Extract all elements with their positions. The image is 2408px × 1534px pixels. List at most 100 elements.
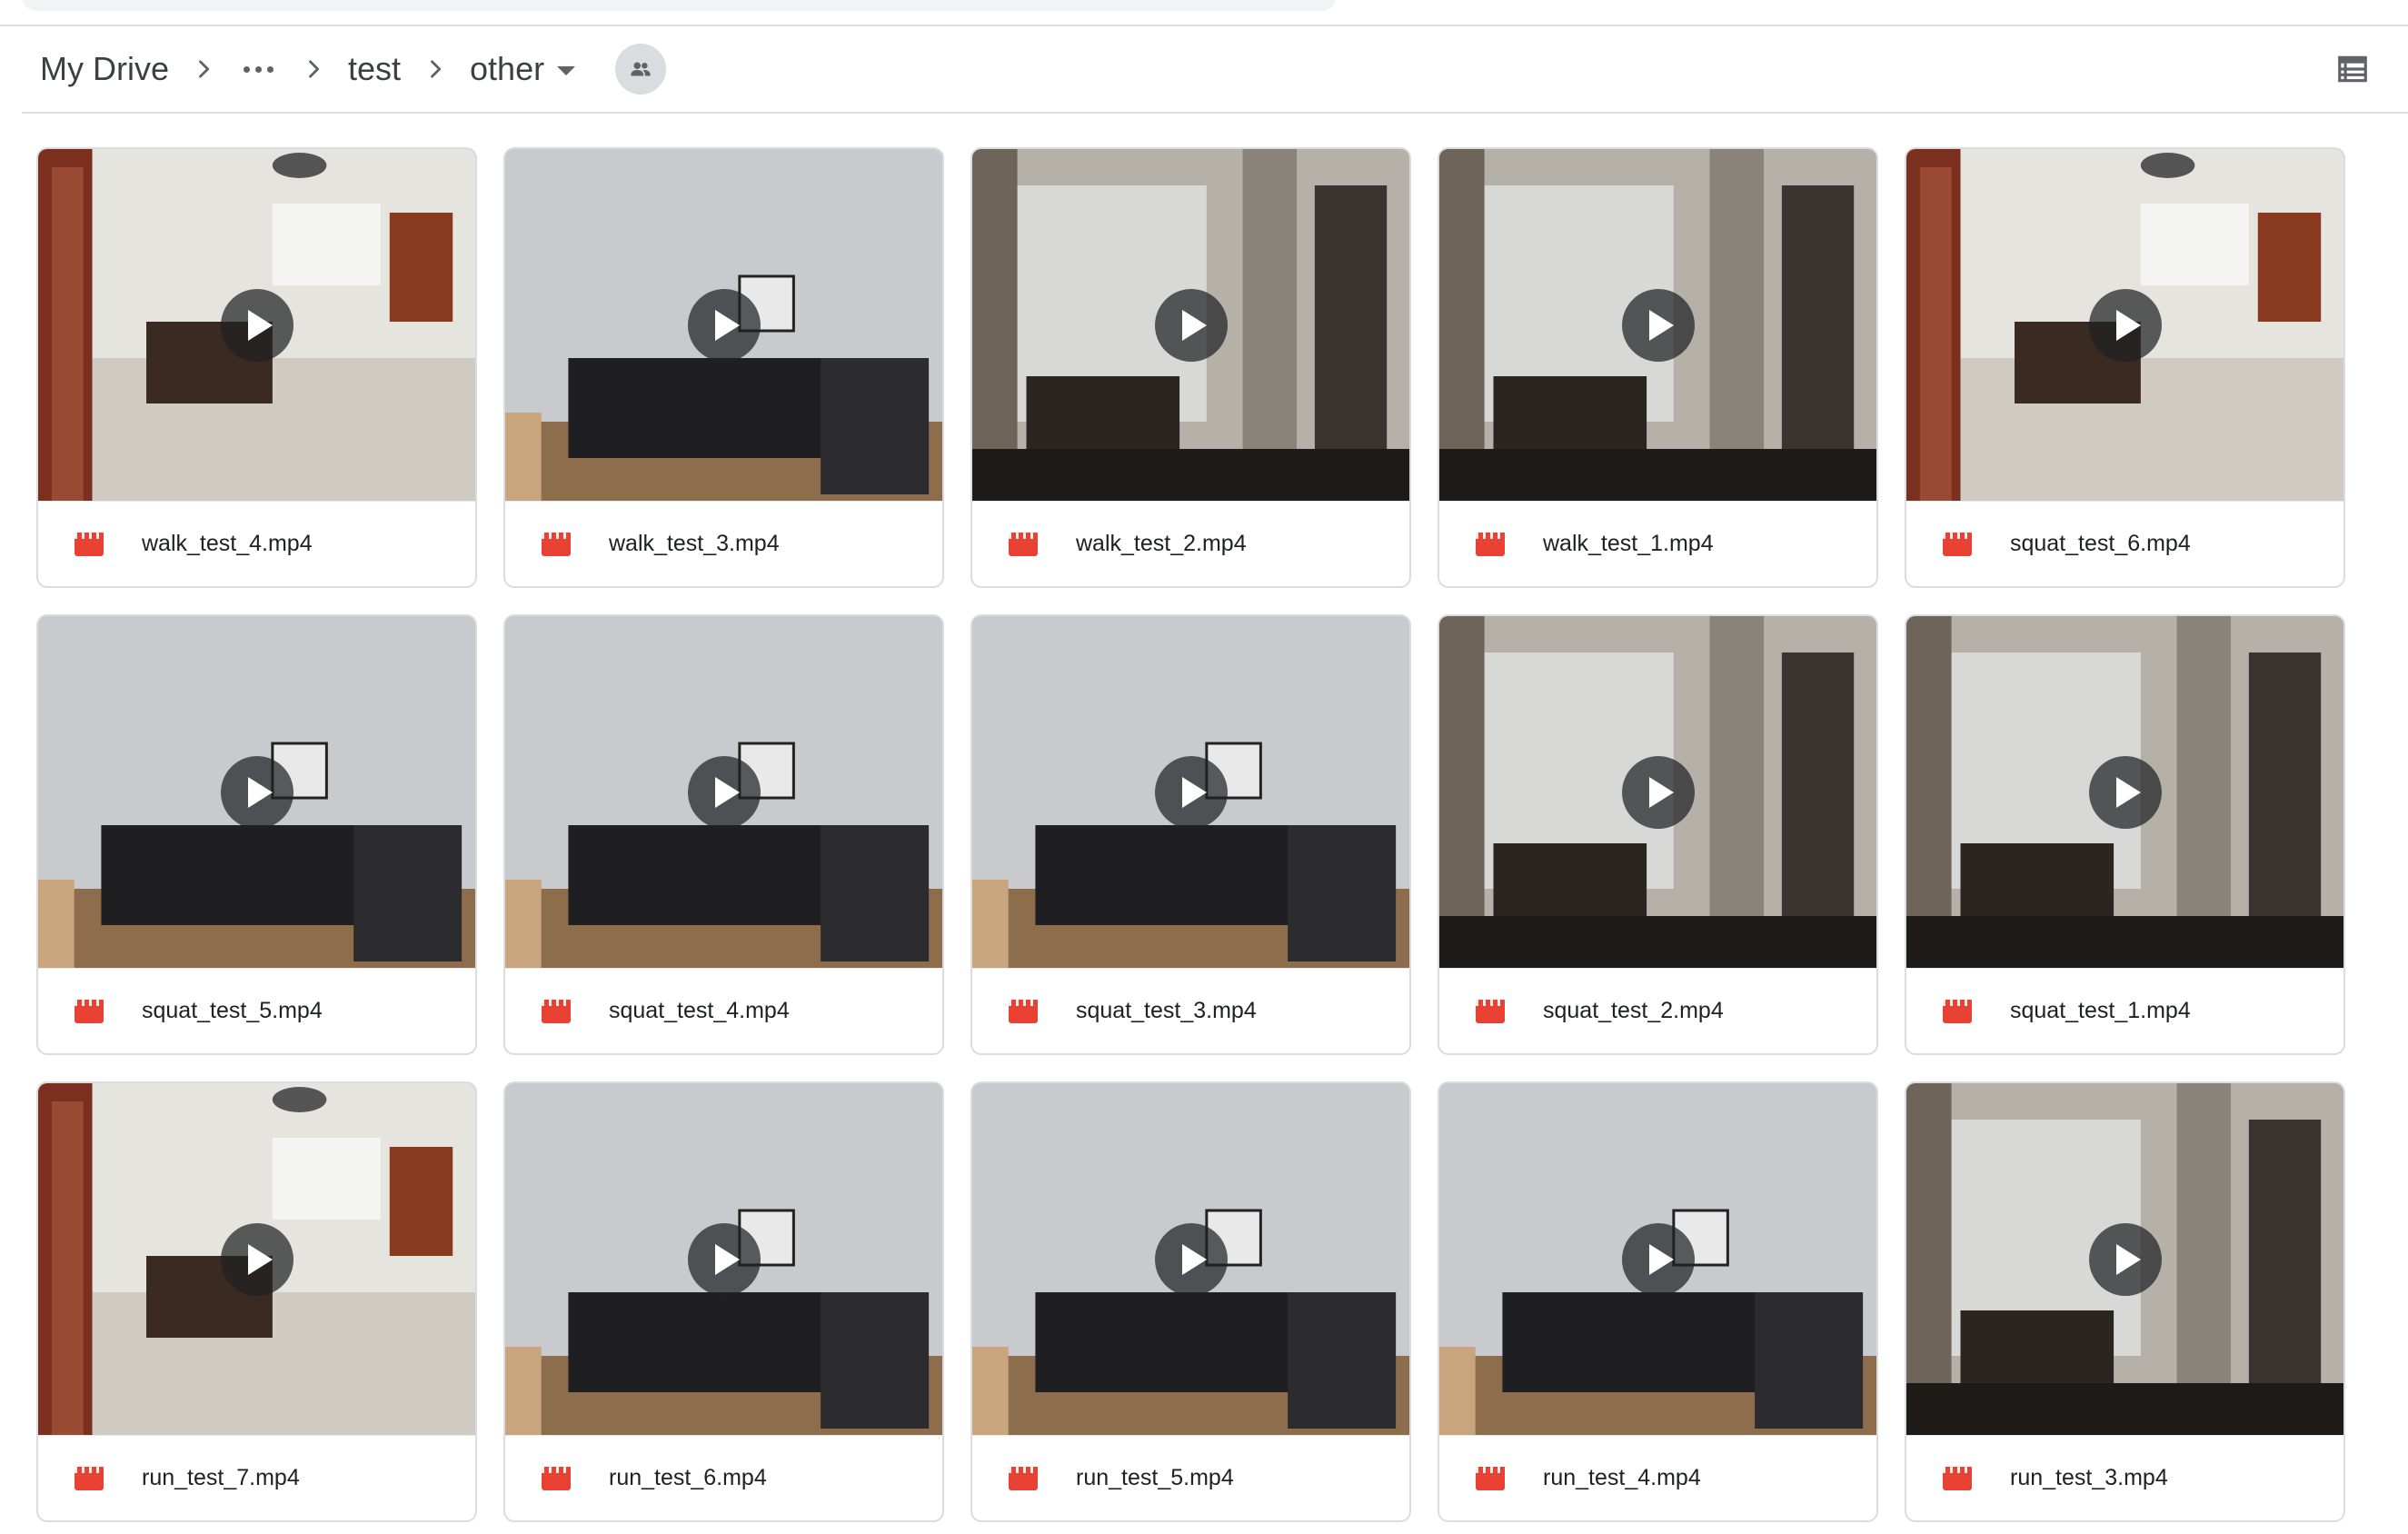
file-caption[interactable]: squat_test_1.mp4: [1906, 968, 2343, 1053]
video-file-icon: [542, 999, 571, 1023]
video-file-icon: [1943, 999, 1972, 1023]
video-thumbnail[interactable]: [972, 149, 1409, 501]
file-name: walk_test_4.mp4: [142, 531, 313, 556]
chevron-right-icon: [185, 49, 222, 89]
file-name: walk_test_2.mp4: [1076, 531, 1247, 556]
play-icon[interactable]: [2088, 755, 2162, 829]
video-thumbnail[interactable]: [972, 1083, 1409, 1435]
file-name: squat_test_4.mp4: [609, 998, 790, 1023]
more-horiz-icon[interactable]: [222, 59, 295, 80]
file-card[interactable]: run_test_7.mp4: [36, 1081, 477, 1522]
file-name: walk_test_3.mp4: [609, 531, 780, 556]
file-caption[interactable]: squat_test_4.mp4: [505, 968, 942, 1053]
video-file-icon: [75, 532, 104, 556]
video-file-icon: [75, 999, 104, 1023]
video-file-icon: [1009, 1466, 1038, 1490]
breadcrumb-divider: [22, 112, 2408, 114]
people-icon[interactable]: [615, 44, 667, 95]
play-icon[interactable]: [1154, 1222, 1228, 1296]
file-card[interactable]: walk_test_1.mp4: [1438, 147, 1878, 588]
file-caption[interactable]: squat_test_5.mp4: [38, 968, 475, 1053]
breadcrumb-my-drive[interactable]: My Drive: [22, 42, 185, 96]
play-icon[interactable]: [1154, 755, 1228, 829]
video-file-icon: [1476, 1466, 1505, 1490]
file-name: run_test_4.mp4: [1543, 1465, 1701, 1490]
file-card[interactable]: run_test_3.mp4: [1905, 1081, 2345, 1522]
play-icon[interactable]: [1621, 755, 1695, 829]
file-card[interactable]: walk_test_3.mp4: [503, 147, 944, 588]
play-icon[interactable]: [687, 288, 761, 362]
file-caption[interactable]: run_test_7.mp4: [38, 1435, 475, 1520]
file-name: squat_test_2.mp4: [1543, 998, 1724, 1023]
video-thumbnail[interactable]: [38, 149, 475, 501]
file-caption[interactable]: run_test_4.mp4: [1439, 1435, 1876, 1520]
file-card[interactable]: walk_test_4.mp4: [36, 147, 477, 588]
file-card[interactable]: run_test_4.mp4: [1438, 1081, 1878, 1522]
file-caption[interactable]: walk_test_4.mp4: [38, 501, 475, 586]
chevron-right-icon: [417, 49, 453, 89]
video-thumbnail[interactable]: [1906, 1083, 2343, 1435]
file-name: squat_test_3.mp4: [1076, 998, 1257, 1023]
search-bar[interactable]: [22, 0, 1336, 11]
video-file-icon: [1009, 532, 1038, 556]
file-card[interactable]: squat_test_3.mp4: [970, 614, 1411, 1055]
file-name: run_test_3.mp4: [2010, 1465, 2168, 1490]
breadcrumb-test[interactable]: test: [332, 42, 417, 96]
file-name: run_test_7.mp4: [142, 1465, 300, 1490]
file-caption[interactable]: run_test_6.mp4: [505, 1435, 942, 1520]
file-caption[interactable]: squat_test_3.mp4: [972, 968, 1409, 1053]
play-icon[interactable]: [1621, 288, 1695, 362]
play-icon[interactable]: [220, 1222, 294, 1296]
breadcrumb-current-folder[interactable]: other: [453, 42, 592, 96]
file-name: squat_test_6.mp4: [2010, 531, 2191, 556]
play-icon[interactable]: [1621, 1222, 1695, 1296]
video-thumbnail[interactable]: [505, 616, 942, 968]
file-card[interactable]: squat_test_1.mp4: [1905, 614, 2345, 1055]
file-caption[interactable]: squat_test_2.mp4: [1439, 968, 1876, 1053]
file-name: run_test_5.mp4: [1076, 1465, 1234, 1490]
video-file-icon: [75, 1466, 104, 1490]
file-card[interactable]: squat_test_4.mp4: [503, 614, 944, 1055]
video-thumbnail[interactable]: [1439, 149, 1876, 501]
play-icon[interactable]: [220, 755, 294, 829]
file-card[interactable]: squat_test_2.mp4: [1438, 614, 1878, 1055]
play-icon[interactable]: [687, 1222, 761, 1296]
play-icon[interactable]: [2088, 288, 2162, 362]
chevron-right-icon: [295, 49, 332, 89]
breadcrumb-other-label: other: [470, 50, 545, 87]
file-card[interactable]: squat_test_6.mp4: [1905, 147, 2345, 588]
video-thumbnail[interactable]: [1439, 1083, 1876, 1435]
file-caption[interactable]: run_test_5.mp4: [972, 1435, 1409, 1520]
arrow-drop-down-icon: [557, 66, 576, 75]
video-file-icon: [1476, 999, 1505, 1023]
play-icon[interactable]: [220, 288, 294, 362]
play-icon[interactable]: [2088, 1222, 2162, 1296]
file-name: walk_test_1.mp4: [1543, 531, 1714, 556]
video-thumbnail[interactable]: [38, 1083, 475, 1435]
video-thumbnail[interactable]: [505, 1083, 942, 1435]
play-icon[interactable]: [1154, 288, 1228, 362]
file-card[interactable]: squat_test_5.mp4: [36, 614, 477, 1055]
file-card[interactable]: run_test_6.mp4: [503, 1081, 944, 1522]
video-thumbnail[interactable]: [972, 616, 1409, 968]
video-file-icon: [1943, 532, 1972, 556]
video-thumbnail[interactable]: [505, 149, 942, 501]
file-card[interactable]: run_test_5.mp4: [970, 1081, 1411, 1522]
file-caption[interactable]: walk_test_3.mp4: [505, 501, 942, 586]
breadcrumb: My Drive test other: [22, 26, 2408, 112]
file-caption[interactable]: walk_test_2.mp4: [972, 501, 1409, 586]
file-caption[interactable]: squat_test_6.mp4: [1906, 501, 2343, 586]
file-caption[interactable]: walk_test_1.mp4: [1439, 501, 1876, 586]
file-card[interactable]: walk_test_2.mp4: [970, 147, 1411, 588]
video-file-icon: [542, 532, 571, 556]
video-file-icon: [542, 1466, 571, 1490]
file-name: squat_test_5.mp4: [142, 998, 323, 1023]
video-thumbnail[interactable]: [1439, 616, 1876, 968]
video-thumbnail[interactable]: [1906, 616, 2343, 968]
play-icon[interactable]: [687, 755, 761, 829]
video-thumbnail[interactable]: [1906, 149, 2343, 501]
video-file-icon: [1009, 999, 1038, 1023]
video-thumbnail[interactable]: [38, 616, 475, 968]
list-view-icon[interactable]: [2330, 46, 2375, 92]
file-caption[interactable]: run_test_3.mp4: [1906, 1435, 2343, 1520]
